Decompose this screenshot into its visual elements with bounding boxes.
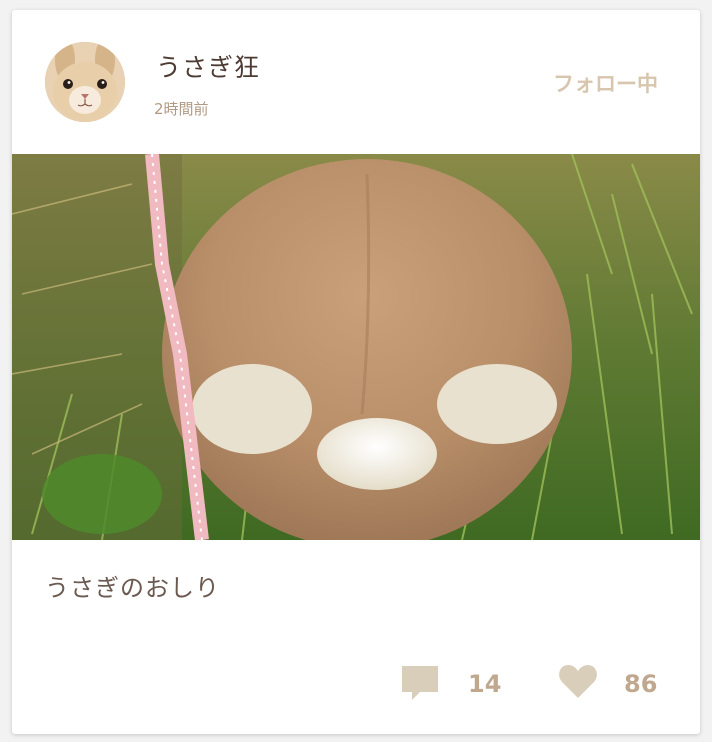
- comment-count[interactable]: 14: [468, 670, 501, 698]
- post-header: うさぎ狂 2時間前 フォロー中: [12, 10, 700, 154]
- user-avatar[interactable]: [45, 42, 125, 122]
- like-count[interactable]: 86: [624, 670, 657, 698]
- follow-button[interactable]: フォロー中: [536, 68, 658, 98]
- post-caption: うさぎのおしり: [45, 574, 220, 602]
- comment-icon[interactable]: [400, 664, 440, 702]
- rabbit-avatar-icon: [45, 42, 125, 122]
- username[interactable]: うさぎ狂: [156, 48, 260, 84]
- post-photo[interactable]: [12, 154, 700, 540]
- post-timestamp: 2時間前: [154, 100, 209, 118]
- heart-icon[interactable]: [558, 664, 598, 700]
- post-actions: 14 86: [12, 650, 700, 720]
- post-card: うさぎ狂 2時間前 フォロー中 うさぎのおしり 14 86: [12, 10, 700, 734]
- rabbit-photo-image: [12, 154, 700, 540]
